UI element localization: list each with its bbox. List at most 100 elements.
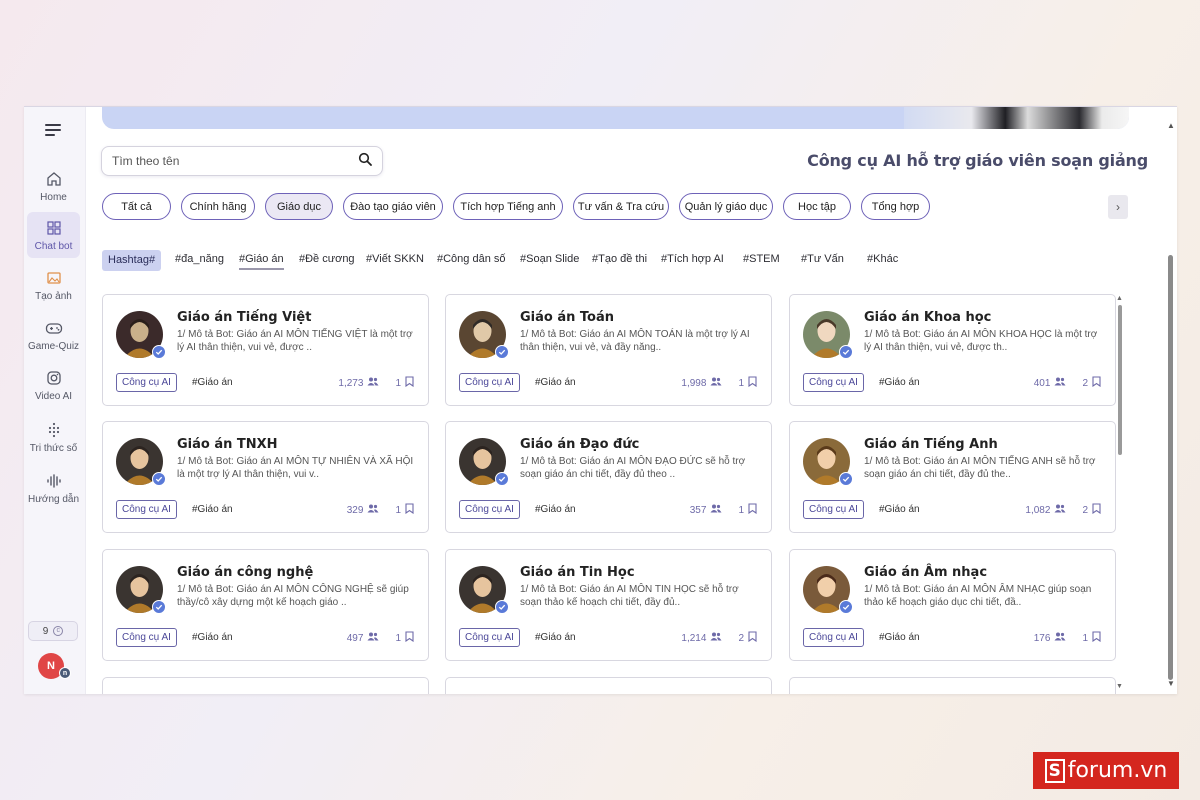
inner-scroll-up-icon[interactable]: ▲ (1116, 295, 1123, 302)
hashtag-item[interactable]: #Đề cương (299, 253, 355, 265)
sidebar-item-chatbot[interactable]: Chat bot (27, 212, 80, 258)
users-icon (367, 504, 379, 516)
bot-hashtag[interactable]: #Giáo án (535, 504, 576, 515)
bookmark-icon[interactable] (748, 503, 757, 517)
category-chip-active[interactable]: Giáo dục (265, 193, 333, 220)
bot-category-badge[interactable]: Công cụ AI (803, 373, 864, 392)
bot-hashtag[interactable]: #Giáo án (192, 504, 233, 515)
bookmark-icon[interactable] (405, 376, 414, 390)
bot-name[interactable]: Giáo án Tin Học (520, 565, 635, 580)
sidebar-item-tao-anh[interactable]: Tạo ảnh (27, 262, 80, 308)
bot-hashtag[interactable]: #Giáo án (535, 377, 576, 388)
category-chip[interactable]: Học tập (783, 193, 851, 220)
bot-name[interactable]: Giáo án Âm nhạc (864, 565, 987, 580)
bot-card[interactable]: Giáo án Tiếng Việt 1/ Mô tả Bot: Giáo án … (102, 294, 429, 406)
sidebar-item-huong-dan[interactable]: Hướng dẫn (27, 465, 80, 511)
category-chip[interactable]: Tất cả (102, 193, 171, 220)
credit-badge[interactable]: 9 c (28, 621, 78, 641)
bot-category-badge[interactable]: Công cụ AI (116, 373, 177, 392)
bookmark-icon[interactable] (405, 503, 414, 517)
bot-card-partial[interactable] (102, 677, 429, 694)
inner-scrollbar-thumb[interactable] (1118, 305, 1122, 455)
menu-icon[interactable] (45, 124, 61, 139)
bookmark-icon[interactable] (1092, 376, 1101, 390)
bot-card-partial[interactable] (445, 677, 772, 694)
bot-hashtag[interactable]: #Giáo án (879, 377, 920, 388)
bot-card[interactable]: Giáo án Âm nhạc 1/ Mô tả Bot: Giáo án AI … (789, 549, 1116, 661)
bookmark-icon[interactable] (1092, 503, 1101, 517)
category-chip[interactable]: Tích hợp Tiếng anh (453, 193, 563, 220)
sidebar-item-tri-thuc-so[interactable]: Tri thức số (27, 414, 80, 460)
bot-category-badge[interactable]: Công cụ AI (459, 500, 520, 519)
sidebar-item-home[interactable]: Home (27, 163, 80, 209)
chevron-right-icon[interactable]: › (1108, 195, 1128, 219)
hashtag-item[interactable]: #Tạo đề thi (592, 253, 647, 265)
hashtag-item-active[interactable]: #Giáo án (239, 253, 284, 270)
bot-name[interactable]: Giáo án Đạo đức (520, 437, 639, 452)
users-icon (710, 504, 722, 516)
category-chip[interactable]: Chính hãng (181, 193, 255, 220)
bot-name[interactable]: Giáo án Tiếng Việt (177, 310, 311, 325)
hashtag-item[interactable]: #Soạn Slide (520, 253, 579, 265)
bot-name[interactable]: Giáo án TNXH (177, 437, 278, 452)
hashtag-item[interactable]: #Công dân số (437, 253, 506, 265)
bot-card[interactable]: Giáo án Tin Học 1/ Mô tả Bot: Giáo án AI … (445, 549, 772, 661)
bookmark-icon[interactable] (1092, 631, 1101, 645)
bot-category-badge[interactable]: Công cụ AI (459, 628, 520, 647)
bot-card[interactable]: Giáo án Tiếng Anh 1/ Mô tả Bot: Giáo án A… (789, 421, 1116, 533)
save-count: 1 (395, 632, 401, 644)
bot-hashtag[interactable]: #Giáo án (879, 632, 920, 643)
category-chip[interactable]: Quản lý giáo dục (679, 193, 773, 220)
bookmark-icon[interactable] (748, 631, 757, 645)
hashtag-item[interactable]: #Tích hợp AI (661, 253, 724, 265)
sidebar-item-video-ai[interactable]: Video AI (27, 362, 80, 408)
category-chip[interactable]: Tư vấn & Tra cứu (573, 193, 669, 220)
bot-hashtag[interactable]: #Giáo án (879, 504, 920, 515)
bookmark-icon[interactable] (748, 376, 757, 390)
search-icon[interactable] (358, 152, 372, 171)
bot-card-partial[interactable] (789, 677, 1116, 694)
user-count: 401 (1033, 377, 1051, 389)
page-scrollbar[interactable]: ▲ ▼ (1164, 107, 1177, 694)
bot-hashtag[interactable]: #Giáo án (535, 632, 576, 643)
bookmark-icon[interactable] (405, 631, 414, 645)
bot-category-badge[interactable]: Công cụ AI (803, 500, 864, 519)
bot-card[interactable]: Giáo án công nghệ 1/ Mô tả Bot: Giáo án A… (102, 549, 429, 661)
bot-category-badge[interactable]: Công cụ AI (116, 628, 177, 647)
avatar-sub-initial: n (62, 669, 68, 677)
sidebar-item-game-quiz[interactable]: Game-Quiz (27, 312, 80, 358)
bot-hashtag[interactable]: #Giáo án (192, 632, 233, 643)
inner-scroll-down-icon[interactable]: ▼ (1116, 683, 1123, 690)
bot-category-badge[interactable]: Công cụ AI (803, 628, 864, 647)
bot-card[interactable]: Giáo án TNXH 1/ Mô tả Bot: Giáo án AI MÔN… (102, 421, 429, 533)
search-input[interactable] (112, 154, 358, 168)
category-filter-row: Tất cả Chính hãng Giáo dục Đào tạo giáo … (102, 193, 930, 221)
scroll-down-icon[interactable]: ▼ (1167, 679, 1175, 688)
hashtag-item[interactable]: #STEM (743, 253, 780, 265)
hashtag-item[interactable]: #Khác (867, 253, 898, 265)
hashtag-item[interactable]: #Viết SKKN (366, 253, 424, 265)
category-chip[interactable]: Đào tạo giáo viên (343, 193, 443, 220)
scrollbar-thumb[interactable] (1168, 255, 1173, 680)
gamepad-icon (45, 319, 63, 337)
image-icon (45, 269, 63, 287)
hashtag-item[interactable]: #đa_năng (175, 253, 224, 265)
save-count: 1 (738, 504, 744, 516)
bot-card[interactable]: Giáo án Toán 1/ Mô tả Bot: Giáo án AI MÔN… (445, 294, 772, 406)
hashtag-item[interactable]: #Tư Vấn (801, 253, 844, 265)
bot-category-badge[interactable]: Công cụ AI (116, 500, 177, 519)
user-count: 357 (689, 504, 707, 516)
bot-name[interactable]: Giáo án công nghệ (177, 565, 313, 580)
sidebar-item-label: Chat bot (34, 240, 73, 252)
bot-name[interactable]: Giáo án Tiếng Anh (864, 437, 998, 452)
bot-name[interactable]: Giáo án Toán (520, 310, 614, 325)
scroll-up-icon[interactable]: ▲ (1167, 121, 1175, 130)
bot-hashtag[interactable]: #Giáo án (192, 377, 233, 388)
bot-category-badge[interactable]: Công cụ AI (459, 373, 520, 392)
bot-card[interactable]: Giáo án Khoa học 1/ Mô tả Bot: Giáo án AI… (789, 294, 1116, 406)
category-chip[interactable]: Tổng hợp (861, 193, 930, 220)
brand-watermark: S forum.vn (1033, 752, 1179, 789)
bot-card[interactable]: Giáo án Đạo đức 1/ Mô tả Bot: Giáo án AI … (445, 421, 772, 533)
bot-name[interactable]: Giáo án Khoa học (864, 310, 991, 325)
search-box[interactable] (101, 146, 383, 176)
